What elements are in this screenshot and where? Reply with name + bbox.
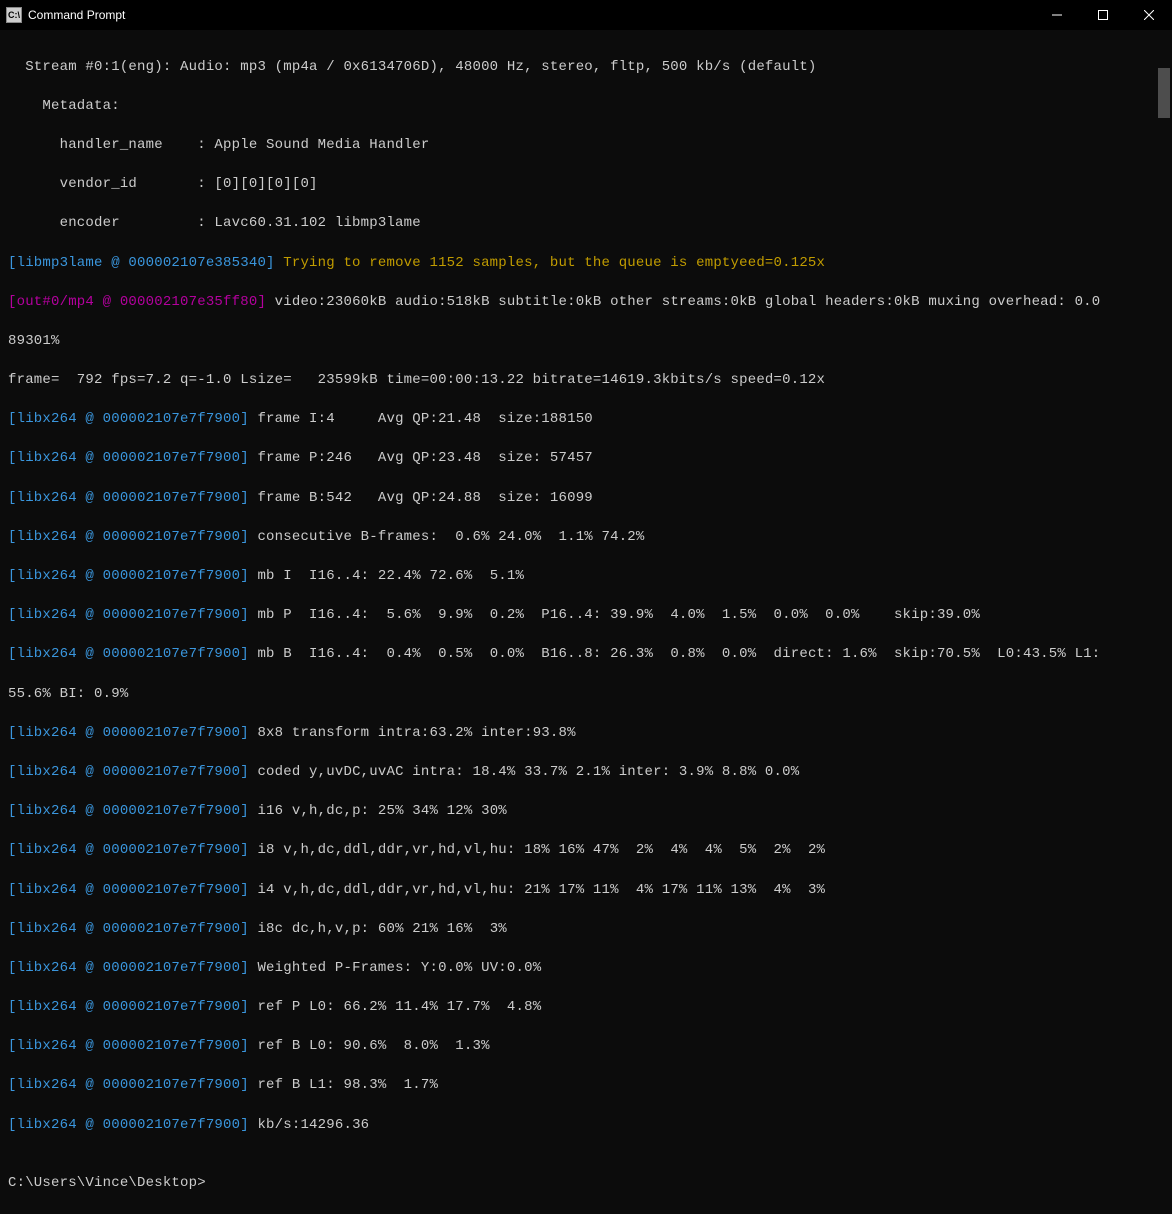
- tag-outmp4: [out#0/mp4 @ 000002107e35ff80]: [8, 294, 275, 310]
- warning-text: Trying to remove 1152 samples, but the q…: [283, 255, 825, 271]
- output-line: [libx264 @ 000002107e7f7900] 8x8 transfo…: [8, 724, 1164, 744]
- output-line: [libx264 @ 000002107e7f7900] i8 v,h,dc,d…: [8, 841, 1164, 861]
- minimize-button[interactable]: [1034, 0, 1080, 30]
- tag-libx264: [libx264 @ 000002107e7f7900]: [8, 607, 257, 623]
- tag-libx264: [libx264 @ 000002107e7f7900]: [8, 725, 257, 741]
- output-line: [libx264 @ 000002107e7f7900] ref B L1: 9…: [8, 1076, 1164, 1096]
- output-line: [libx264 @ 000002107e7f7900] frame I:4 A…: [8, 410, 1164, 430]
- output-line: [libx264 @ 000002107e7f7900] i8c dc,h,v,…: [8, 920, 1164, 940]
- output-text: video:23060kB audio:518kB subtitle:0kB o…: [275, 294, 1101, 310]
- tag-libx264: [libx264 @ 000002107e7f7900]: [8, 921, 257, 937]
- tag-libx264: [libx264 @ 000002107e7f7900]: [8, 646, 257, 662]
- tag-libx264: [libx264 @ 000002107e7f7900]: [8, 764, 257, 780]
- tag-libx264: [libx264 @ 000002107e7f7900]: [8, 1117, 257, 1133]
- maximize-button[interactable]: [1080, 0, 1126, 30]
- window-controls: [1034, 0, 1172, 30]
- output-text: kb/s:14296.36: [257, 1117, 369, 1133]
- output-line: [libx264 @ 000002107e7f7900] ref B L0: 9…: [8, 1037, 1164, 1057]
- output-line: encoder : Lavc60.31.102 libmp3lame: [8, 214, 1164, 234]
- output-text: consecutive B-frames: 0.6% 24.0% 1.1% 74…: [257, 529, 644, 545]
- output-line: Stream #0:1(eng): Audio: mp3 (mp4a / 0x6…: [8, 58, 1164, 78]
- output-line: [libx264 @ 000002107e7f7900] mb I I16..4…: [8, 567, 1164, 587]
- cmd-icon: C:\: [6, 7, 22, 23]
- tag-libx264: [libx264 @ 000002107e7f7900]: [8, 960, 257, 976]
- tag-libx264: [libx264 @ 000002107e7f7900]: [8, 1038, 257, 1054]
- output-text: i16 v,h,dc,p: 25% 34% 12% 30%: [257, 803, 506, 819]
- tag-libx264: [libx264 @ 000002107e7f7900]: [8, 529, 257, 545]
- tag-libmp3lame: [libmp3lame @ 000002107e385340]: [8, 255, 283, 271]
- output-line: 89301%: [8, 332, 1164, 352]
- output-line: [libmp3lame @ 000002107e385340] Trying t…: [8, 254, 1164, 274]
- output-line: [libx264 @ 000002107e7f7900] coded y,uvD…: [8, 763, 1164, 783]
- scrollbar[interactable]: [1157, 30, 1171, 643]
- output-text: 8x8 transform intra:63.2% inter:93.8%: [257, 725, 575, 741]
- output-line: [libx264 @ 000002107e7f7900] i4 v,h,dc,d…: [8, 881, 1164, 901]
- tag-libx264: [libx264 @ 000002107e7f7900]: [8, 411, 257, 427]
- output-line: frame= 792 fps=7.2 q=-1.0 Lsize= 23599kB…: [8, 371, 1164, 391]
- tag-libx264: [libx264 @ 000002107e7f7900]: [8, 568, 257, 584]
- output-line: [libx264 @ 000002107e7f7900] frame P:246…: [8, 449, 1164, 469]
- scrollbar-thumb[interactable]: [1158, 68, 1170, 118]
- output-line: [libx264 @ 000002107e7f7900] i16 v,h,dc,…: [8, 802, 1164, 822]
- output-line: [libx264 @ 000002107e7f7900] ref P L0: 6…: [8, 998, 1164, 1018]
- output-text: coded y,uvDC,uvAC intra: 18.4% 33.7% 2.1…: [257, 764, 799, 780]
- output-line: [libx264 @ 000002107e7f7900] mb P I16..4…: [8, 606, 1164, 626]
- output-line: [libx264 @ 000002107e7f7900] consecutive…: [8, 528, 1164, 548]
- output-text: frame I:4 Avg QP:21.48 size:188150: [257, 411, 592, 427]
- output-line: Metadata:: [8, 97, 1164, 117]
- output-line: handler_name : Apple Sound Media Handler: [8, 136, 1164, 156]
- output-line: [libx264 @ 000002107e7f7900] mb B I16..4…: [8, 645, 1164, 665]
- tag-libx264: [libx264 @ 000002107e7f7900]: [8, 1077, 257, 1093]
- output-text: mb I I16..4: 22.4% 72.6% 5.1%: [257, 568, 524, 584]
- window-title: Command Prompt: [28, 8, 125, 22]
- output-text: i8 v,h,dc,ddl,ddr,vr,hd,vl,hu: 18% 16% 4…: [257, 842, 825, 858]
- prompt-line[interactable]: C:\Users\Vince\Desktop>: [8, 1174, 1164, 1194]
- title-left: C:\ Command Prompt: [6, 7, 125, 23]
- tag-libx264: [libx264 @ 000002107e7f7900]: [8, 842, 257, 858]
- terminal-output[interactable]: Stream #0:1(eng): Audio: mp3 (mp4a / 0x6…: [0, 30, 1172, 1214]
- output-text: Weighted P-Frames: Y:0.0% UV:0.0%: [257, 960, 541, 976]
- output-text: frame B:542 Avg QP:24.88 size: 16099: [257, 490, 592, 506]
- output-text: mb B I16..4: 0.4% 0.5% 0.0% B16..8: 26.3…: [257, 646, 1100, 662]
- output-text: ref B L1: 98.3% 1.7%: [257, 1077, 438, 1093]
- output-text: ref P L0: 66.2% 11.4% 17.7% 4.8%: [257, 999, 541, 1015]
- output-line: [libx264 @ 000002107e7f7900] kb/s:14296.…: [8, 1116, 1164, 1136]
- output-text: i8c dc,h,v,p: 60% 21% 16% 3%: [257, 921, 506, 937]
- tag-libx264: [libx264 @ 000002107e7f7900]: [8, 803, 257, 819]
- output-line: 55.6% BI: 0.9%: [8, 685, 1164, 705]
- title-bar: C:\ Command Prompt: [0, 0, 1172, 30]
- close-button[interactable]: [1126, 0, 1172, 30]
- output-line: vendor_id : [0][0][0][0]: [8, 175, 1164, 195]
- tag-libx264: [libx264 @ 000002107e7f7900]: [8, 450, 257, 466]
- output-text: ref B L0: 90.6% 8.0% 1.3%: [257, 1038, 489, 1054]
- output-line: [out#0/mp4 @ 000002107e35ff80] video:230…: [8, 293, 1164, 313]
- output-text: mb P I16..4: 5.6% 9.9% 0.2% P16..4: 39.9…: [257, 607, 980, 623]
- tag-libx264: [libx264 @ 000002107e7f7900]: [8, 490, 257, 506]
- output-line: [libx264 @ 000002107e7f7900] frame B:542…: [8, 489, 1164, 509]
- tag-libx264: [libx264 @ 000002107e7f7900]: [8, 882, 257, 898]
- output-line: [libx264 @ 000002107e7f7900] Weighted P-…: [8, 959, 1164, 979]
- output-text: i4 v,h,dc,ddl,ddr,vr,hd,vl,hu: 21% 17% 1…: [257, 882, 825, 898]
- tag-libx264: [libx264 @ 000002107e7f7900]: [8, 999, 257, 1015]
- output-text: frame P:246 Avg QP:23.48 size: 57457: [257, 450, 592, 466]
